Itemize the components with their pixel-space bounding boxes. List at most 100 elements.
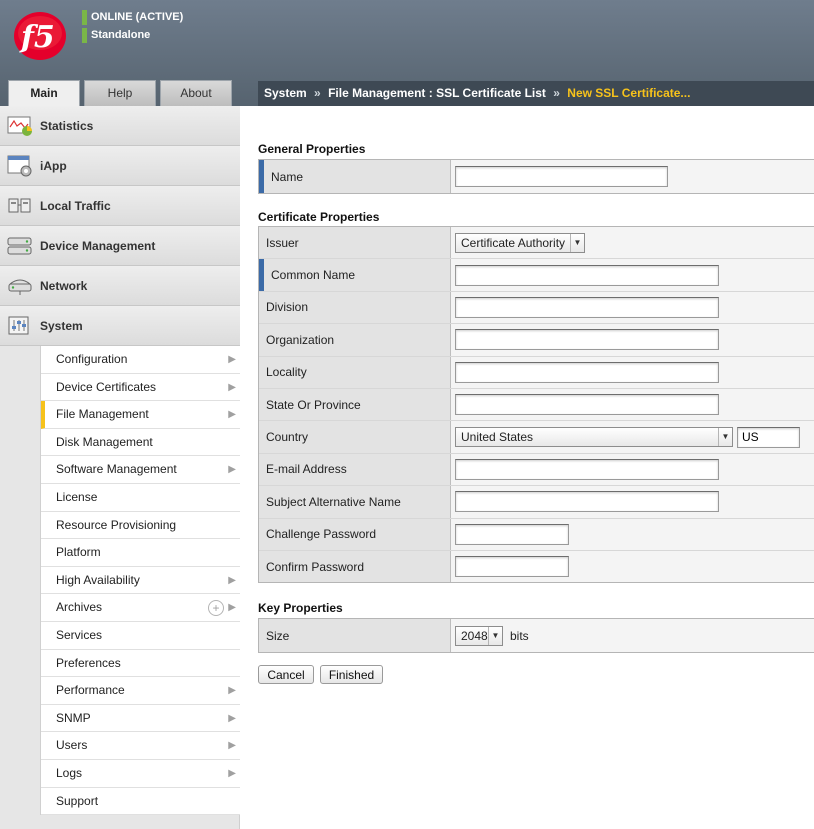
certificate-properties-title: Certificate Properties [258,210,380,224]
breadcrumb: System » File Management : SSL Certifica… [258,81,814,106]
submenu-item-file-management[interactable]: File Management ▶ [41,401,240,429]
mode-text: Standalone [91,29,151,41]
issuer-row: Issuer Certificate Authority ▼ [259,227,814,260]
submenu-item-support[interactable]: Support [41,788,240,816]
challenge-password-input[interactable] [455,523,569,545]
country-code-input[interactable] [737,426,800,448]
san-input[interactable] [455,491,719,513]
tab-help[interactable]: Help [84,80,156,106]
submenu-label: Configuration [56,352,128,366]
name-input[interactable] [455,166,668,187]
state-row: State Or Province [259,388,814,422]
nav-local-traffic[interactable]: Local Traffic [0,186,240,226]
submenu-item-users[interactable]: Users ▶ [41,732,240,760]
dropdown-arrow-icon: ▼ [570,233,584,252]
device-management-icon [7,235,33,257]
chevron-right-icon: ▶ [228,685,236,697]
chevron-right-icon: ▶ [228,712,236,724]
submenu-label: Logs [56,765,83,780]
finished-button[interactable]: Finished [320,665,383,684]
nav-label: Statistics [40,118,94,133]
organization-input[interactable] [455,329,719,351]
san-label: Subject Alternative Name [259,486,451,518]
challenge-password-row: Challenge Password [259,518,814,551]
submenu-label: Disk Management [56,434,153,449]
submenu-item-services[interactable]: Services [41,622,240,650]
submenu-item-resource-provisioning[interactable]: Resource Provisioning [41,512,240,540]
common-name-input[interactable] [455,264,719,286]
organization-row: Organization [259,324,814,357]
nav-iapp[interactable]: iApp [0,146,240,186]
key-size-select[interactable]: 2048 ▼ [455,625,503,646]
nav-device-management[interactable]: Device Management [0,226,240,266]
submenu-item-platform[interactable]: Platform [41,539,240,567]
state-input[interactable] [455,394,719,416]
issuer-select[interactable]: Certificate Authority ▼ [455,232,585,253]
nav-label: Local Traffic [40,198,111,213]
breadcrumb-system[interactable]: System [264,86,307,100]
general-properties-table: Name [258,159,814,194]
locality-input[interactable] [455,361,719,383]
submenu-item-license[interactable]: License [41,484,240,512]
country-row: Country United States ▼ [259,421,814,454]
status-text: ONLINE (ACTIVE) [91,11,184,23]
submenu-label: Archives [56,600,103,615]
chevron-right-icon: ▶ [228,767,236,779]
email-label: E-mail Address [259,453,451,486]
key-size-value: 2048 [461,628,488,643]
submenu-item-device-certificates[interactable]: Device Certificates ▶ [41,374,240,402]
submenu-item-archives[interactable]: Archives + ▶ [41,594,240,622]
dropdown-arrow-icon: ▼ [488,626,502,645]
breadcrumb-ssl-list[interactable]: File Management : SSL Certificate List [328,86,546,100]
nav-network[interactable]: Network [0,266,240,306]
submenu-label: Services [56,627,103,642]
dropdown-arrow-icon: ▼ [718,428,732,447]
country-select[interactable]: United States ▼ [455,427,733,448]
nav-system[interactable]: System [0,306,240,346]
common-name-row: Common Name [259,259,814,292]
f5-logo[interactable]: f5 [13,11,67,61]
system-submenu: Configuration ▶ Device Certificates ▶ File… [40,346,240,816]
submenu-label: Device Certificates [56,379,157,394]
locality-row: Locality [259,356,814,389]
submenu-item-snmp[interactable]: SNMP ▶ [41,705,240,733]
submenu-item-high-availability[interactable]: High Availability ▶ [41,567,240,595]
statistics-icon [7,115,33,137]
chevron-right-icon: ▶ [228,740,236,752]
submenu-item-performance[interactable]: Performance ▶ [41,677,240,705]
submenu-item-preferences[interactable]: Preferences [41,650,240,678]
cancel-button[interactable]: Cancel [258,665,314,684]
size-label: Size [259,619,451,652]
submenu-item-logs[interactable]: Logs ▶ [41,760,240,788]
submenu-label: Platform [56,545,101,560]
submenu-item-software-management[interactable]: Software Management ▶ [41,456,240,484]
locality-label: Locality [259,356,451,388]
nav-label: Network [40,278,88,293]
challenge-password-label: Challenge Password [259,518,451,550]
common-name-label: Common Name [259,259,451,292]
submenu-item-disk-management[interactable]: Disk Management [41,429,240,457]
add-archive-icon[interactable]: + [208,600,224,617]
general-properties-title: General Properties [258,142,366,156]
certificate-properties-table: Issuer Certificate Authority ▼ Common Na… [258,226,814,584]
confirm-password-input[interactable] [455,556,569,578]
chevron-right-icon: ▶ [228,354,236,365]
organization-label: Organization [259,324,451,356]
tab-main[interactable]: Main [8,80,80,107]
key-properties-title: Key Properties [258,601,343,615]
submenu-item-configuration[interactable]: Configuration ▶ [41,346,240,374]
name-row: Name [259,160,814,194]
submenu-label: License [56,489,98,504]
tab-about[interactable]: About [160,80,232,106]
network-icon [7,275,33,297]
size-row: Size 2048 ▼ bits [259,619,814,653]
submenu-label: Software Management [56,462,177,477]
breadcrumb-separator: » [553,86,560,100]
chevron-right-icon: ▶ [228,574,236,586]
email-input[interactable] [455,458,719,480]
chevron-right-icon: ▶ [228,464,236,476]
nav-statistics[interactable]: Statistics [0,106,240,146]
local-traffic-icon [7,195,33,217]
division-input[interactable] [455,296,719,318]
chevron-right-icon: ▶ [228,602,236,614]
